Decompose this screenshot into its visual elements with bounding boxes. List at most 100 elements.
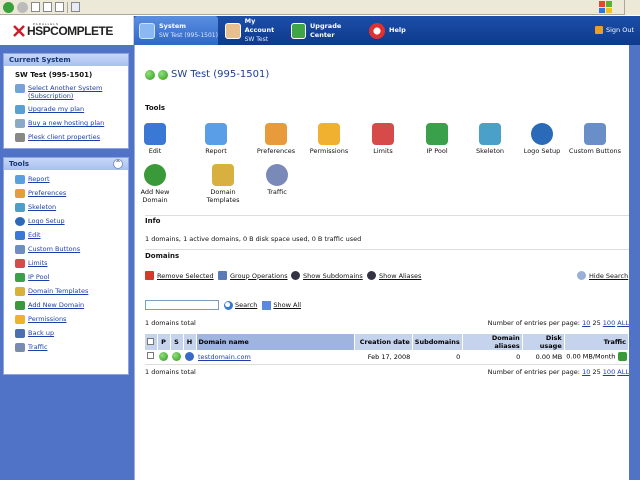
tool-report[interactable]: Report <box>188 123 244 155</box>
per-page-25[interactable]: 25 <box>592 368 600 376</box>
aliases-cell: 0 <box>462 350 523 365</box>
sidebar-item-preferences[interactable]: Preferences <box>4 189 128 198</box>
column-header-h[interactable]: H <box>183 334 197 350</box>
sidebar-item-label-2: (Subscription) <box>28 92 74 100</box>
domain-link[interactable]: testdomain.com <box>198 353 251 361</box>
domain-name-cell: testdomain.com <box>196 350 355 365</box>
select-all-header <box>145 334 158 350</box>
show-all-button[interactable]: Show All <box>262 300 301 310</box>
limits-icon <box>372 123 394 145</box>
sign-out-link[interactable]: Sign Out <box>594 26 634 34</box>
tool-traffic[interactable]: Traffic <box>249 164 305 196</box>
show-subdomains-label: Show Subdomains <box>303 271 363 280</box>
print-icon[interactable] <box>71 2 80 12</box>
sidebar-item-add-new-domain[interactable]: Add New Domain <box>4 301 128 310</box>
login-icon[interactable] <box>617 352 627 362</box>
column-header-subdomains[interactable]: Subdomains <box>412 334 463 350</box>
column-header-domain-aliases[interactable]: Domain aliases <box>462 334 523 350</box>
group-operations-label: Group Operations <box>230 271 288 280</box>
home-icon[interactable] <box>55 2 64 12</box>
search-input[interactable] <box>145 300 219 310</box>
tool-limits[interactable]: Limits <box>355 123 411 155</box>
sidebar-item-domain-templates[interactable]: Domain Templates <box>4 287 128 296</box>
hide-search-button[interactable]: Hide Search <box>577 271 628 280</box>
column-header-disk-usage[interactable]: Disk usage <box>522 334 565 350</box>
table-header-row: P S H Domain name Creation date Subdomai… <box>145 334 630 350</box>
show-aliases-button[interactable]: Show Aliases <box>367 271 421 280</box>
sidebar-item-label: IP Pool <box>28 273 50 281</box>
logo-text: HSPCOMPLETE <box>27 24 113 38</box>
sidebar-item-permissions[interactable]: Permissions <box>4 315 128 324</box>
per-page-100[interactable]: 100 <box>603 368 615 376</box>
sidebar-item-label: Permissions <box>28 315 67 323</box>
forward-icon[interactable] <box>17 1 28 13</box>
sidebar-item-limits[interactable]: Limits <box>4 259 128 268</box>
custom-buttons-icon <box>15 245 25 254</box>
logo-setup-icon <box>15 217 25 226</box>
sidebar-item-ip-pool[interactable]: IP Pool <box>4 273 128 282</box>
limits-icon <box>15 259 25 268</box>
tab-system[interactable]: System SW Test (995-1501) <box>134 16 218 45</box>
per-page-all[interactable]: ALL <box>617 368 629 376</box>
collapse-icon[interactable]: ^ <box>113 159 123 169</box>
info-summary: 1 domains, 1 active domains, 0 B disk sp… <box>145 235 362 243</box>
chevron-up-icon <box>577 271 586 280</box>
logo: PARALLELS HSPCOMPLETE <box>0 16 134 45</box>
row-checkbox[interactable] <box>147 352 154 360</box>
tool-preferences[interactable]: Preferences <box>248 123 304 155</box>
sidebar-item-edit[interactable]: Edit <box>4 231 128 240</box>
current-system-title: Current System <box>4 54 128 66</box>
tool-custom-buttons[interactable]: Custom Buttons <box>567 123 623 155</box>
tab-help[interactable]: Help <box>364 16 414 45</box>
search-button[interactable]: Search <box>224 300 257 310</box>
per-page-10[interactable]: 10 <box>582 368 590 376</box>
remove-icon <box>145 271 154 280</box>
per-page-25[interactable]: 25 <box>592 319 600 327</box>
sidebar-item-select-system[interactable]: Select Another System (Subscription) <box>4 84 128 100</box>
column-header-traffic[interactable]: Traffic <box>564 334 630 350</box>
tool-domain-templates[interactable]: Domain Templates <box>195 164 251 204</box>
column-header-s[interactable]: S <box>170 334 184 350</box>
stop-icon[interactable] <box>31 2 40 12</box>
sidebar-item-backup[interactable]: Back up <box>4 329 128 338</box>
tool-ip-pool[interactable]: IP Pool <box>409 123 465 155</box>
column-header-creation-date[interactable]: Creation date <box>354 334 413 350</box>
sidebar-item-label: Limits <box>28 259 48 267</box>
tab-my-account[interactable]: My Account SW Test <box>220 16 286 45</box>
sidebar-item-skeleton[interactable]: Skeleton <box>4 203 128 212</box>
tab-upgrade-center[interactable]: Upgrade Center <box>286 16 364 45</box>
tool-edit[interactable]: Edit <box>127 123 183 155</box>
sidebar-item-logo-setup[interactable]: Logo Setup <box>4 217 128 226</box>
sidebar-item-plesk-properties[interactable]: Plesk client properties <box>4 133 128 142</box>
sidebar-item-buy-hosting[interactable]: Buy a new hosting plan <box>4 119 128 128</box>
traffic-icon <box>15 343 25 352</box>
tool-add-new-domain[interactable]: Add New Domain <box>127 164 183 204</box>
preferences-icon <box>265 123 287 145</box>
permissions-icon <box>318 123 340 145</box>
sidebar-item-traffic[interactable]: Traffic <box>4 343 128 352</box>
sidebar-item-upgrade-plan[interactable]: Upgrade my plan <box>4 105 128 114</box>
system-icon <box>139 22 155 39</box>
per-page-all[interactable]: ALL <box>617 319 629 327</box>
select-all-checkbox[interactable] <box>147 337 155 345</box>
group-operations-button[interactable]: Group Operations <box>218 271 288 280</box>
tool-skeleton[interactable]: Skeleton <box>462 123 518 155</box>
permissions-icon <box>15 315 25 324</box>
sidebar-item-report[interactable]: Report <box>4 175 128 184</box>
column-header-domain-name[interactable]: Domain name <box>196 334 355 350</box>
tool-label: Limits <box>373 147 393 155</box>
refresh-icon[interactable] <box>43 2 52 12</box>
tool-permissions[interactable]: Permissions <box>301 123 357 155</box>
sidebar-item-custom-buttons[interactable]: Custom Buttons <box>4 245 128 254</box>
per-page-100[interactable]: 100 <box>603 319 615 327</box>
sidebar-item-label: Edit <box>28 231 41 239</box>
scrollbar-up-arrow[interactable] <box>624 0 640 15</box>
browser-toolbar <box>0 0 640 15</box>
per-page-10[interactable]: 10 <box>582 319 590 327</box>
show-subdomains-button[interactable]: Show Subdomains <box>291 271 363 280</box>
tool-logo-setup[interactable]: Logo Setup <box>514 123 570 155</box>
back-icon[interactable] <box>3 1 14 13</box>
tab-upgrade-center-title: Upgrade Center <box>310 21 342 39</box>
remove-selected-button[interactable]: Remove Selected <box>145 271 214 280</box>
column-header-p[interactable]: P <box>157 334 171 350</box>
